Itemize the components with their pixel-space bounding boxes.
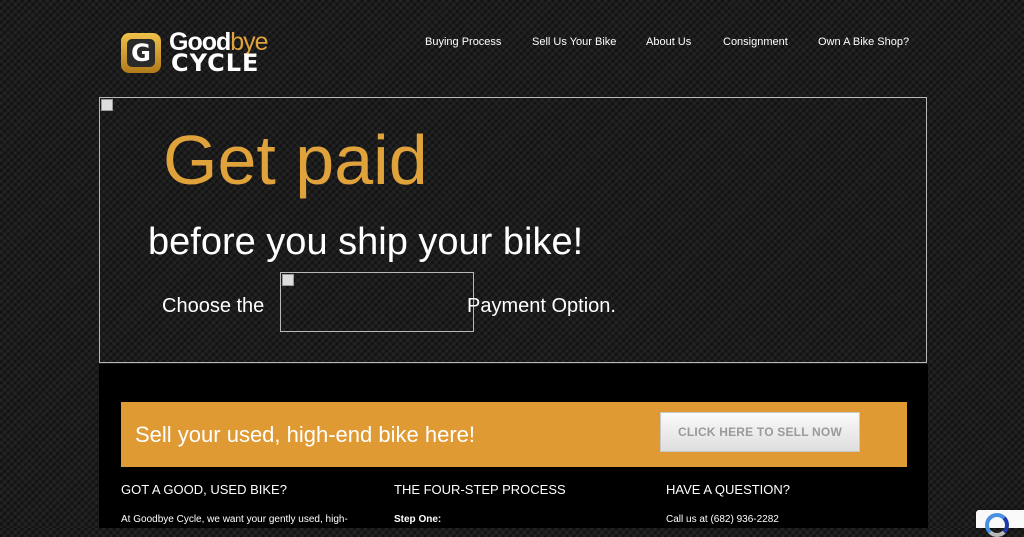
broken-image-icon <box>101 99 113 111</box>
hero-title: Get paid <box>163 121 428 199</box>
logo-mark-icon: G <box>121 33 161 73</box>
column-heading-good-used-bike: GOT A GOOD, USED BIKE? <box>121 482 287 497</box>
nav-own-a-bike-shop[interactable]: Own A Bike Shop? <box>818 35 909 49</box>
nav-sell-us-your-bike[interactable]: Sell Us Your Bike <box>532 35 616 49</box>
recaptcha-icon <box>985 513 1009 537</box>
column-heading-four-step: THE FOUR-STEP PROCESS <box>394 482 566 497</box>
column-text-step-one: Step One: <box>394 514 442 525</box>
hero-choose-text: Choose the <box>162 295 265 317</box>
sell-cta-text: Sell your used, high-end bike here! <box>135 422 475 447</box>
column-text-good-used-bike: At Goodbye Cycle, we want your gently us… <box>121 514 348 525</box>
logo-word-cycle: CYCLE <box>171 49 260 77</box>
hero-subtitle: before you ship your bike! <box>148 221 584 263</box>
site-header: G Goodbye CYCLE Buying Process Sell Us Y… <box>0 0 1024 90</box>
broken-image-icon <box>282 274 294 286</box>
goodbye-cycle-logo[interactable]: G Goodbye CYCLE <box>121 29 311 77</box>
column-text-call-us[interactable]: Call us at (682) 936-2282 <box>666 514 779 526</box>
hero-option-text: Payment Option. <box>467 295 616 317</box>
payment-option-image <box>280 272 474 332</box>
main-content: Sell your used, high-end bike here! CLIC… <box>99 364 928 528</box>
nav-buying-process[interactable]: Buying Process <box>425 35 501 49</box>
hero-banner: Get paid before you ship your bike! Choo… <box>99 97 927 363</box>
nav-about-us[interactable]: About Us <box>646 35 691 49</box>
nav-consignment[interactable]: Consignment <box>723 35 788 49</box>
logo-mark-letter: G <box>131 39 151 67</box>
recaptcha-badge[interactable] <box>976 510 1024 537</box>
click-here-to-sell-button[interactable]: CLICK HERE TO SELL NOW <box>660 412 860 452</box>
sell-cta-band: Sell your used, high-end bike here! CLIC… <box>121 402 907 467</box>
column-heading-have-question: HAVE A QUESTION? <box>666 482 791 497</box>
